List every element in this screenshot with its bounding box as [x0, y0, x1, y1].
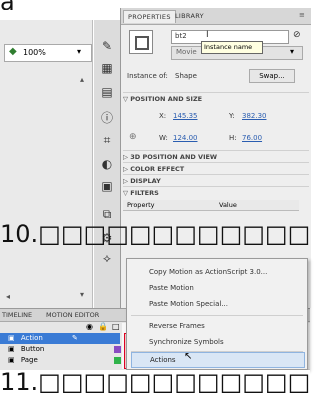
- layer-color-swatch: [114, 346, 121, 353]
- scroll-down-icon[interactable]: ▾: [80, 290, 84, 299]
- w-value[interactable]: 124.00: [173, 134, 198, 142]
- filters-header-value: Value: [219, 201, 237, 209]
- menu-reverse-frames[interactable]: Reverse Frames: [149, 319, 205, 333]
- zoom-value: 100%: [23, 48, 46, 57]
- tab-properties[interactable]: PROPERTIES: [123, 10, 176, 23]
- chevron-down-icon: ▾: [77, 47, 82, 56]
- layer-icon: ▣: [8, 345, 15, 353]
- menu-separator: [131, 315, 303, 316]
- x-label: X:: [159, 112, 167, 120]
- y-value[interactable]: 382.30: [242, 112, 267, 120]
- tools-panel: ✎ ▦ ▤ ⓘ ⌗ ◐ ▣ ⧉ ⚙ ⟡: [94, 20, 121, 308]
- mouse-cursor-icon: ↖: [184, 351, 193, 362]
- caption-10: 10.□□□□□□□□□□□□□□□: [0, 222, 310, 250]
- instance-name-tooltip: Instance name: [201, 41, 263, 54]
- swatch-icon[interactable]: ▣: [99, 178, 115, 194]
- brush-icon[interactable]: ✎: [99, 38, 115, 54]
- scroll-left-icon[interactable]: ◂: [6, 292, 10, 301]
- section-position-size-label: POSITION AND SIZE: [130, 95, 203, 103]
- menu-actions-label: Actions: [150, 356, 176, 364]
- zoom-icon: ◆: [9, 46, 17, 57]
- tab-motion-editor[interactable]: MOTION EDITOR: [46, 311, 99, 319]
- instance-name-value: bt2: [175, 32, 187, 40]
- tab-library[interactable]: LIBRARY: [171, 10, 208, 22]
- lock-icon[interactable]: ⊕: [129, 132, 137, 142]
- swap-button[interactable]: Swap...: [249, 69, 295, 83]
- menu-copy-motion-as3[interactable]: Copy Motion as ActionScript 3.0...: [149, 265, 267, 279]
- layer-button-label: Button: [20, 345, 45, 353]
- y-label: Y:: [229, 112, 235, 120]
- h-label: H:: [229, 134, 237, 142]
- layer-action[interactable]: ▣ Action ✎: [0, 333, 120, 344]
- w-label: W:: [159, 134, 168, 142]
- align-icon[interactable]: ▤: [99, 84, 115, 100]
- scroll-up-icon[interactable]: ▴: [80, 75, 84, 84]
- color-icon[interactable]: ◐: [99, 156, 115, 172]
- layer-action-label: Action: [20, 334, 43, 342]
- layer-button[interactable]: ▣ Button: [0, 344, 121, 355]
- info-icon[interactable]: ⓘ: [99, 110, 115, 126]
- caption-10-text: 10.□□□□□□□□□□□□□□□: [0, 222, 310, 248]
- layer-color-swatch: [114, 357, 121, 364]
- panel-menu-icon[interactable]: ≡: [299, 11, 305, 19]
- history-icon[interactable]: ⧉: [99, 206, 115, 222]
- instance-of-value: Shape: [175, 72, 197, 80]
- section-filters[interactable]: ▽ FILTERS: [123, 186, 309, 199]
- menu-paste-motion-special[interactable]: Paste Motion Special...: [149, 297, 228, 311]
- symbol-icon: [129, 30, 153, 54]
- layer-page-label: Page: [20, 356, 38, 364]
- eye-icon[interactable]: ◉: [86, 322, 93, 331]
- transform-icon[interactable]: ⌗: [99, 132, 115, 148]
- x-value[interactable]: 145.35: [173, 112, 198, 120]
- tab-timeline[interactable]: TIMELINE: [2, 311, 32, 319]
- pencil-icon: ✎: [72, 334, 78, 342]
- clear-icon[interactable]: ⊘: [293, 30, 301, 40]
- motion-presets-icon[interactable]: ⟡: [99, 250, 115, 266]
- section-color-label: COLOR EFFECT: [130, 165, 185, 173]
- grid-icon[interactable]: ▦: [99, 60, 115, 76]
- section-position-size[interactable]: ▽ POSITION AND SIZE: [123, 92, 309, 105]
- section-filters-label: FILTERS: [130, 189, 159, 197]
- layer-icon: ▣: [8, 334, 15, 342]
- properties-tabbar: PROPERTIES LIBRARY ≡: [121, 8, 311, 25]
- outline-icon[interactable]: □: [112, 322, 120, 331]
- section-display-label: DISPLAY: [130, 177, 161, 185]
- filters-table-header: Property Value: [123, 200, 299, 211]
- menu-actions-highlight[interactable]: Actions ↖: [131, 351, 305, 368]
- stage-left-panel: ◆ 100% ▾ ▴ ▾ ◂: [0, 20, 93, 308]
- lock-icon[interactable]: 🔒: [98, 322, 108, 331]
- section-3d-label: 3D POSITION AND VIEW: [130, 153, 218, 161]
- text-cursor-icon: I: [206, 30, 209, 40]
- filters-header-property: Property: [127, 201, 155, 209]
- layer-icon: ▣: [8, 356, 15, 364]
- layer-page[interactable]: ▣ Page: [0, 355, 121, 366]
- top-caption-text: a: [0, 0, 15, 10]
- menu-synchronize-symbols[interactable]: Synchronize Symbols: [149, 335, 224, 349]
- chevron-down-icon: ▾: [290, 47, 295, 56]
- context-menu: Copy Motion as ActionScript 3.0... Paste…: [126, 258, 308, 370]
- caption-11: 11.□□□□□□□□□□□□□□□: [0, 370, 310, 396]
- zoom-dropdown[interactable]: ◆ 100% ▾: [4, 44, 92, 62]
- h-value[interactable]: 76.00: [242, 134, 262, 142]
- caption-11-text: 11.□□□□□□□□□□□□□□□: [0, 370, 310, 396]
- symbol-type-value: Movie: [176, 48, 197, 56]
- symbol-square-icon: [135, 36, 149, 50]
- instance-of-label: Instance of:: [127, 72, 168, 80]
- menu-paste-motion[interactable]: Paste Motion: [149, 281, 194, 295]
